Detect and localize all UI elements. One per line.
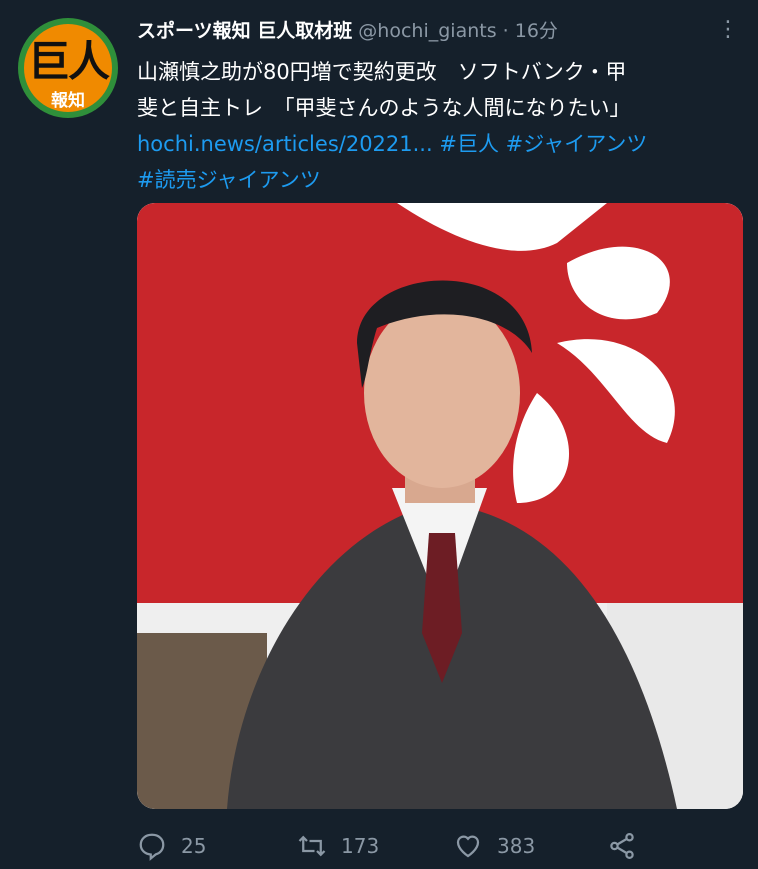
reply-count: 25: [181, 834, 207, 858]
like-icon: [456, 835, 480, 858]
hashtag-link[interactable]: #ジャイアンツ: [506, 132, 648, 156]
author-name[interactable]: スポーツ報知 巨人取材班: [137, 20, 352, 42]
photo-illustration: [137, 203, 743, 809]
hashtag-link[interactable]: #巨人: [439, 132, 499, 156]
share-button[interactable]: [607, 826, 651, 866]
avatar[interactable]: 巨人 報知: [18, 18, 118, 118]
tweet-text-line: 斐と自主トレ 「甲斐さんのような人間になりたい」: [137, 96, 631, 120]
tweet-header: スポーツ報知 巨人取材班 @hochi_giants · 16分: [137, 16, 717, 48]
reply-button[interactable]: 25: [137, 826, 206, 866]
hashtag-link[interactable]: #読売ジャイアンツ: [137, 168, 321, 192]
tweet-text: 山瀬慎之助が80円増で契約更改 ソフトバンク・甲 斐と自主トレ 「甲斐さんのよう…: [137, 54, 737, 198]
separator: ·: [502, 20, 509, 42]
article-link[interactable]: hochi.news/articles/20221...: [137, 132, 433, 156]
retweet-icon: [298, 835, 326, 857]
timestamp[interactable]: 16分: [515, 20, 558, 42]
avatar-subtext: 報知: [51, 91, 85, 111]
avatar-logo: 巨人: [27, 37, 110, 86]
like-button[interactable]: 383: [453, 826, 535, 866]
retweet-count: 173: [341, 834, 380, 858]
tweet[interactable]: 巨人 報知 スポーツ報知 巨人取材班 @hochi_giants · 16分 ⋮…: [0, 0, 758, 869]
tweet-actions: 25 173 383: [137, 826, 743, 866]
reply-icon: [139, 833, 165, 861]
more-icon[interactable]: ⋮: [716, 18, 740, 42]
retweet-button[interactable]: 173: [297, 826, 379, 866]
tweet-text-line: 山瀬慎之助が80円増で契約更改 ソフトバンク・甲: [137, 60, 627, 84]
share-icon: [610, 833, 634, 859]
author-handle[interactable]: @hochi_giants: [358, 20, 496, 42]
tweet-photo[interactable]: [137, 203, 743, 809]
like-count: 383: [497, 834, 536, 858]
